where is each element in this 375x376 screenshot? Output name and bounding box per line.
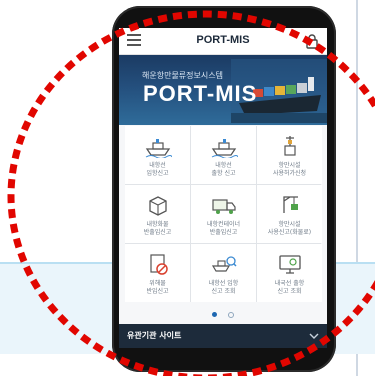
highlight-circle-annotation bbox=[7, 10, 375, 376]
